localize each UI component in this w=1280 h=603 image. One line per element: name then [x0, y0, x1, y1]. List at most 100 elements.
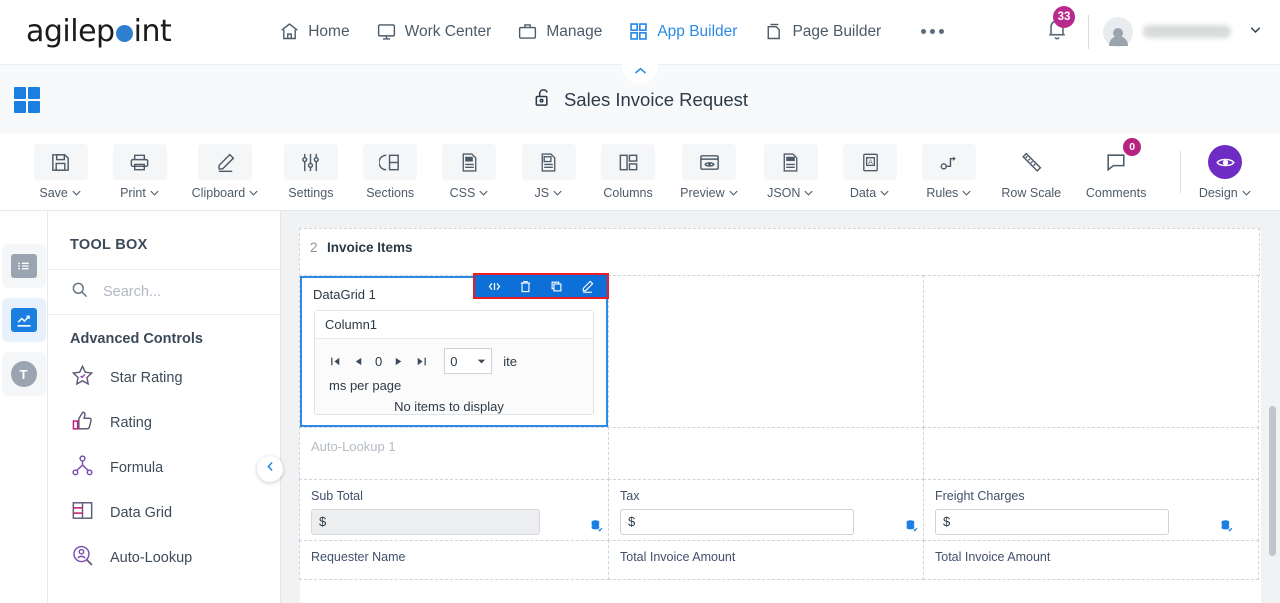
toolbar-preview-button[interactable]: Preview: [680, 144, 738, 200]
delete-icon[interactable]: [518, 279, 533, 294]
toolbar-design-label-wrap: Design: [1199, 186, 1252, 200]
code-icon[interactable]: [487, 279, 502, 294]
rules-flow-icon: [922, 144, 977, 180]
toolbar-design-button[interactable]: Design: [1199, 144, 1252, 200]
rail-item-text[interactable]: T: [1, 352, 46, 396]
edit-icon[interactable]: [580, 279, 595, 294]
toolbar-row-scale-button[interactable]: Row Scale: [1001, 144, 1061, 200]
field-input-tax[interactable]: $: [620, 509, 854, 535]
field-total-invoice-amount[interactable]: Total Invoice Amount: [608, 540, 924, 580]
nav-item-home[interactable]: Home: [279, 21, 350, 42]
field-tax[interactable]: Tax $: [608, 479, 924, 541]
toolbar-sections-label-wrap: Sections: [366, 186, 414, 200]
nav-item-app-builder[interactable]: App Builder: [628, 21, 737, 42]
field-total-invoice-amount-2[interactable]: Total Invoice Amount: [923, 540, 1259, 580]
app-grid-icon[interactable]: [14, 86, 40, 113]
rail-item-analytics[interactable]: [1, 298, 46, 342]
form-canvas: 2 Invoice Items DataGrid 1 Column1 0 0 i…: [299, 228, 1261, 603]
user-name-redacted: [1143, 25, 1231, 38]
top-navigation-bar: agilep int Home Work Center Manage App B…: [0, 0, 1280, 64]
dot-icon: [930, 29, 936, 34]
nav-right-cluster: 33: [1044, 6, 1280, 49]
page-size-select[interactable]: 0: [444, 348, 493, 374]
save-icon: [33, 144, 88, 180]
auto-lookup-control[interactable]: Auto-Lookup 1: [299, 427, 609, 480]
toolbar-clipboard-button[interactable]: Clipboard: [192, 144, 258, 200]
notifications-button[interactable]: 33: [1044, 6, 1075, 47]
avatar-body-icon: [1108, 36, 1128, 46]
thumbs-up-icon: [70, 408, 95, 437]
toolbar-data-button[interactable]: A Data: [843, 144, 898, 200]
app-root: agilep int Home Work Center Manage App B…: [0, 0, 1280, 603]
toolbar-print-button[interactable]: Print: [112, 144, 167, 200]
empty-cell[interactable]: [923, 275, 1259, 428]
field-label: Total Invoice Amount: [935, 550, 1051, 564]
canvas-row-autolookup: Auto-Lookup 1: [299, 427, 1261, 480]
form-canvas-scroll-area[interactable]: 2 Invoice Items DataGrid 1 Column1 0 0 i…: [281, 211, 1280, 603]
nav-item-manage[interactable]: Manage: [517, 21, 602, 42]
chevron-up-icon: [633, 63, 648, 81]
canvas-row-totals: Sub Total $ Tax $ Freight Charges $: [299, 479, 1261, 541]
toolbar-js-button[interactable]: JS: [521, 144, 576, 200]
empty-cell[interactable]: [608, 427, 924, 480]
toolbar-label: CSS: [449, 186, 476, 200]
datagrid-control[interactable]: DataGrid 1 Column1 0 0 ite ms per page N…: [299, 273, 609, 428]
toolbar-columns-button[interactable]: Columns: [601, 144, 656, 200]
field-freight-charges[interactable]: Freight Charges $: [923, 479, 1259, 541]
home-icon: [279, 21, 300, 42]
user-menu-chevron-down-icon[interactable]: [1247, 21, 1264, 43]
empty-cell[interactable]: [608, 275, 924, 428]
field-sub-total[interactable]: Sub Total $: [299, 479, 609, 541]
field-label: Sub Total: [311, 489, 363, 503]
toolbar-label: Settings: [288, 186, 334, 200]
prev-page-icon[interactable]: [353, 356, 364, 367]
toolbar-row-scale-label-wrap: Row Scale: [1001, 186, 1061, 200]
toolbox-item-star-rating[interactable]: Star Rating: [48, 355, 280, 400]
nav-item-page-builder[interactable]: Page Builder: [763, 21, 881, 42]
next-page-icon[interactable]: [393, 356, 404, 367]
canvas-vertical-scrollbar[interactable]: [1269, 406, 1276, 556]
last-page-icon[interactable]: [415, 355, 428, 368]
chevron-down-icon: [962, 190, 971, 196]
nav-more-button[interactable]: [921, 29, 945, 34]
field-label: Requester Name: [311, 550, 406, 564]
search-input[interactable]: [103, 284, 253, 300]
empty-cell[interactable]: [923, 427, 1259, 480]
toolbar-rules-button[interactable]: Rules: [922, 144, 977, 200]
toolbar-save-button[interactable]: Save: [33, 144, 88, 200]
copy-icon[interactable]: [549, 279, 564, 294]
agilepoint-logo[interactable]: agilep int: [26, 14, 172, 49]
control-action-toolbar: [473, 273, 609, 299]
datagrid-column-header[interactable]: Column1: [315, 311, 593, 339]
nav-label-page-builder: Page Builder: [792, 22, 882, 40]
field-input-freight-charges[interactable]: $: [935, 509, 1169, 535]
first-page-icon[interactable]: [329, 355, 342, 368]
rail-item-forms[interactable]: [1, 244, 46, 288]
waffle-square: [14, 100, 26, 113]
json-file-icon: [763, 144, 818, 180]
toolbar-settings-button[interactable]: Settings: [283, 144, 338, 200]
toolbar-label: Row Scale: [1001, 186, 1062, 200]
toolbox-item-formula[interactable]: Formula: [48, 445, 280, 490]
collapse-toolbox-button[interactable]: [257, 456, 283, 482]
field-requester-name[interactable]: Requester Name: [299, 540, 609, 580]
items-label-part1: ite: [503, 353, 517, 369]
chevron-down-icon: [553, 190, 562, 196]
comments-count-badge: 0: [1123, 138, 1142, 156]
toolbox-item-data-grid[interactable]: Data Grid: [48, 490, 280, 535]
canvas-row-datagrid: DataGrid 1 Column1 0 0 ite ms per page N…: [299, 273, 1261, 428]
toolbox-item-auto-lookup[interactable]: Auto-Lookup: [48, 535, 280, 580]
database-check-icon: [905, 519, 918, 537]
toolbar-label: JS: [534, 186, 550, 200]
toolbar-json-button[interactable]: JSON: [763, 144, 818, 200]
toolbox-item-rating[interactable]: Rating: [48, 400, 280, 445]
nav-label-work-center: Work Center: [404, 22, 492, 40]
field-input-sub-total[interactable]: $: [311, 509, 540, 535]
toolbar-comments-button[interactable]: 0 Comments: [1086, 138, 1146, 200]
toolbar-sections-button[interactable]: Sections: [363, 144, 418, 200]
toolbox-item-label: Auto-Lookup: [110, 549, 193, 566]
toolbar-css-button[interactable]: CSS: [442, 144, 497, 200]
nav-item-work-center[interactable]: Work Center: [376, 21, 492, 42]
user-avatar[interactable]: [1103, 16, 1133, 47]
section-header-cell[interactable]: 2 Invoice Items: [299, 228, 1260, 276]
